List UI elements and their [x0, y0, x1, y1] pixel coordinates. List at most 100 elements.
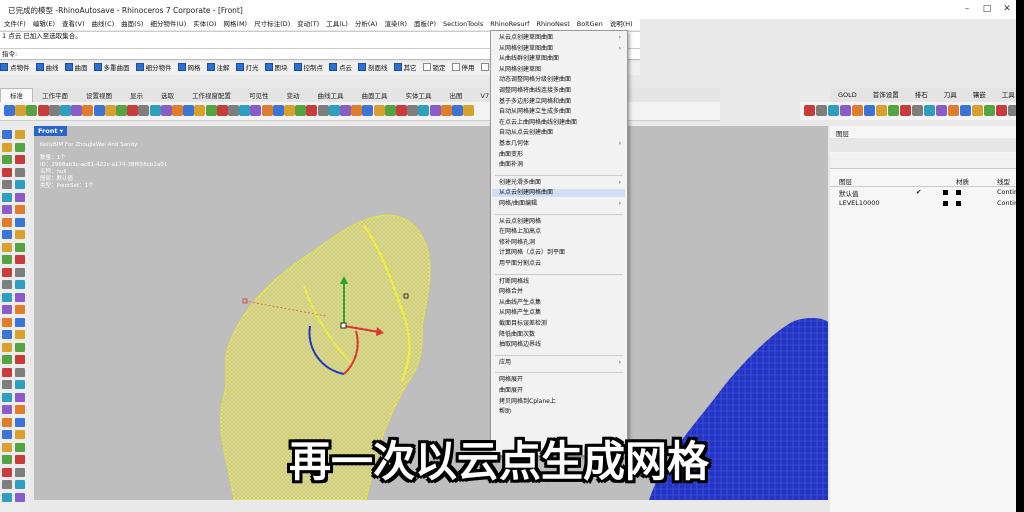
- menu-item[interactable]: 查看(V): [62, 19, 85, 30]
- tool-icon[interactable]: [351, 105, 363, 116]
- tool-icon[interactable]: [138, 105, 150, 116]
- tool-icon[interactable]: [15, 492, 25, 502]
- tool-icon[interactable]: [2, 280, 12, 289]
- tool-icon[interactable]: [216, 105, 228, 116]
- tool-icon[interactable]: [373, 105, 385, 116]
- filter-checkbox[interactable]: 曲线: [35, 62, 59, 75]
- tool-icon[interactable]: [261, 105, 273, 116]
- filter-checkbox[interactable]: 点云: [329, 62, 352, 75]
- right-toolbar-tab[interactable]: 排石: [907, 88, 936, 102]
- tool-icon[interactable]: [2, 492, 12, 502]
- filter-checkbox[interactable]: 点物件: [0, 62, 30, 75]
- toolbar-tab[interactable]: 选取: [152, 89, 183, 103]
- filter-checkbox[interactable]: 剖面线: [358, 62, 388, 75]
- filter-checkbox[interactable]: 停用: [451, 62, 475, 75]
- tool-icon[interactable]: [2, 255, 12, 264]
- material-swatch[interactable]: [956, 201, 961, 206]
- filter-checkbox[interactable]: 注解: [206, 62, 230, 75]
- tool-icon[interactable]: [2, 442, 12, 452]
- filter-checkbox[interactable]: 灯光: [235, 62, 259, 75]
- tool-icon[interactable]: [15, 192, 25, 202]
- tool-icon[interactable]: [15, 267, 25, 277]
- tool-icon[interactable]: [250, 105, 262, 116]
- tool-icon[interactable]: [816, 105, 827, 116]
- tool-icon[interactable]: [2, 142, 12, 152]
- menu-item[interactable]: BoltGen: [577, 19, 603, 30]
- tool-icon[interactable]: [418, 105, 430, 116]
- context-menu-item[interactable]: 帮助: [499, 408, 511, 416]
- tool-icon[interactable]: [2, 405, 12, 414]
- tool-icon[interactable]: [2, 242, 12, 252]
- tool-icon[interactable]: [15, 242, 25, 252]
- tool-icon[interactable]: [840, 105, 851, 116]
- layer-color-swatch[interactable]: [943, 201, 948, 206]
- tool-icon[interactable]: [452, 105, 463, 116]
- context-menu-item[interactable]: 抽取网格边界线: [499, 341, 541, 349]
- tool-icon[interactable]: [272, 105, 284, 116]
- tool-icon[interactable]: [15, 167, 25, 177]
- context-menu-item[interactable]: 计算网格（点云）到平面: [499, 249, 565, 257]
- context-menu-item[interactable]: 曲面展开: [499, 387, 523, 395]
- context-menu-item[interactable]: 基本几何体: [499, 140, 529, 148]
- toolbar-tab[interactable]: 曲线工具: [309, 89, 353, 103]
- tool-icon[interactable]: [463, 105, 475, 116]
- tool-icon[interactable]: [429, 105, 441, 116]
- tool-icon[interactable]: [82, 105, 94, 116]
- context-menu-item[interactable]: 用平面分割点云: [499, 260, 541, 268]
- tool-icon[interactable]: [384, 105, 396, 116]
- tool-icon[interactable]: [4, 105, 15, 116]
- context-menu-item[interactable]: 打断网格线: [499, 278, 529, 286]
- tool-icon[interactable]: [26, 105, 38, 116]
- toolbar-tab[interactable]: 设置视图: [77, 89, 121, 103]
- tool-icon[interactable]: [15, 430, 25, 439]
- tool-icon[interactable]: [2, 192, 12, 202]
- tool-icon[interactable]: [15, 417, 25, 427]
- filter-checkbox[interactable]: 锁定: [422, 62, 446, 75]
- toolbar-tab[interactable]: 显示: [121, 89, 152, 103]
- tool-icon[interactable]: [15, 155, 25, 164]
- tool-icon[interactable]: [828, 105, 839, 116]
- tool-icon[interactable]: [160, 105, 172, 116]
- toolbar-tab[interactable]: 变动: [278, 89, 309, 103]
- context-menu-item[interactable]: 截面目标误差检测: [499, 320, 547, 328]
- tool-icon[interactable]: [15, 467, 25, 477]
- menu-item[interactable]: 细分物件(U): [150, 19, 186, 30]
- tool-icon[interactable]: [2, 367, 12, 377]
- tool-icon[interactable]: [172, 105, 183, 116]
- tool-icon[interactable]: [15, 255, 25, 264]
- menu-item[interactable]: 编辑(E): [33, 19, 55, 30]
- tool-icon[interactable]: [48, 105, 60, 116]
- tool-icon[interactable]: [407, 105, 419, 116]
- toolbar-tab[interactable]: 出图: [441, 89, 472, 103]
- menu-item[interactable]: 曲线(C): [92, 19, 115, 30]
- tool-icon[interactable]: [876, 105, 887, 116]
- tool-icon[interactable]: [15, 130, 25, 139]
- tool-icon[interactable]: [239, 105, 251, 116]
- tool-icon[interactable]: [15, 105, 27, 116]
- menu-item[interactable]: 说明(H): [610, 19, 633, 30]
- menu-item[interactable]: RhinoNest: [536, 19, 569, 30]
- tool-icon[interactable]: [37, 105, 49, 116]
- right-toolbar-tab[interactable]: 首饰设置: [865, 88, 907, 102]
- context-menu-item[interactable]: 修补网格孔洞: [499, 239, 535, 247]
- tool-icon[interactable]: [15, 405, 25, 414]
- context-menu-item[interactable]: 从曲线产生点集: [499, 299, 541, 307]
- tool-icon[interactable]: [852, 105, 863, 116]
- tool-icon[interactable]: [2, 205, 12, 214]
- context-menu-item[interactable]: 网格合并: [499, 288, 523, 296]
- tool-icon[interactable]: [396, 105, 407, 116]
- tool-icon[interactable]: [340, 105, 351, 116]
- tool-icon[interactable]: [15, 342, 25, 352]
- menu-item[interactable]: 渲染(R): [384, 19, 407, 30]
- menu-item[interactable]: 曲面(S): [121, 19, 143, 30]
- tool-icon[interactable]: [936, 105, 947, 116]
- tool-icon[interactable]: [60, 105, 71, 116]
- menu-item[interactable]: RhinoResurf: [490, 19, 529, 30]
- tool-icon[interactable]: [2, 267, 12, 277]
- tool-icon[interactable]: [2, 167, 12, 177]
- layer-row[interactable]: LEVEL10000 Continu: [830, 199, 1024, 209]
- layer-color-swatch[interactable]: [943, 190, 948, 195]
- filter-checkbox[interactable]: 其它: [393, 62, 417, 75]
- tool-icon[interactable]: [15, 180, 25, 189]
- context-menu-item[interactable]: 基于多边形建立网格和曲面: [499, 98, 571, 106]
